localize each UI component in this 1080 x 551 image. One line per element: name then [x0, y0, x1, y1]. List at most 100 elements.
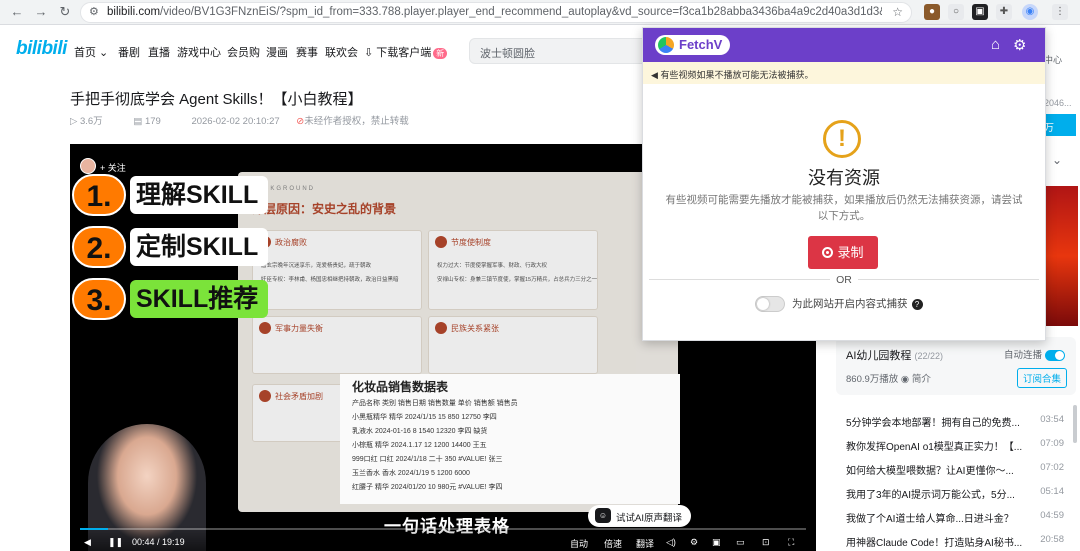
back-icon[interactable]: ←: [8, 3, 26, 21]
expand-chevron-icon[interactable]: ⌄: [1052, 153, 1062, 167]
player-controls: ◀ ❚❚ 00:44 / 19:19 自动 倍速 翻译 ◁) ⚙ ▣ ▭ ⊡ ⛶: [70, 525, 816, 551]
nav-bangumi[interactable]: 番剧: [118, 44, 140, 60]
volume-icon[interactable]: ◁): [666, 537, 676, 548]
url-text: bilibili.com/video/BV1G3FNznEiS/?spm_id_…: [107, 6, 882, 18]
slide-card: 军事力量失衡: [252, 316, 422, 374]
forward-icon[interactable]: →: [32, 3, 50, 21]
card-icon: [435, 322, 447, 334]
sheet-row: 小黑瓶精华 精华 2024/1/15 15 850 12750 李四: [352, 414, 497, 421]
nav-home[interactable]: 首页 ⌄: [74, 44, 108, 60]
webfullscreen-icon[interactable]: ⊡: [762, 537, 770, 548]
time-display: 00:44 / 19:19: [132, 537, 185, 547]
home-icon[interactable]: ⌂: [991, 36, 1000, 53]
skill-label-2: 2. 定制SKILL: [72, 226, 269, 268]
nav-live[interactable]: 直播: [148, 44, 170, 60]
extensions-puzzle-icon[interactable]: ✚: [996, 4, 1012, 20]
sheet-row: 产品名称 类别 销售日期 销售数量 单价 销售额 销售员: [352, 400, 518, 407]
new-badge: 新: [433, 48, 448, 59]
views-count: ▷ 3.6万: [70, 116, 103, 127]
translate-button[interactable]: 翻译: [636, 537, 654, 550]
sheet-row: 玉兰香水 香水 2024/1/19 5 1200 6000: [352, 470, 470, 477]
help-icon[interactable]: ?: [911, 298, 923, 310]
rights-notice: ⊘未经作者授权，禁止转载: [296, 116, 409, 127]
exclamation-icon: !: [823, 120, 861, 158]
no-resource-description: 有些视频可能需要先播放才能被捕获，如果播放后仍然无法捕获资源，请尝试以下方式。: [665, 194, 1023, 222]
collection-title[interactable]: AI幼儿园教程 (22/22): [846, 347, 943, 363]
playlist-item[interactable]: 我做了个AI道士给人算命...日进斗金？ 04:59: [846, 510, 1064, 525]
slide-card: 节度使制度 权力过大：节度使掌握军事、财政、行政大权 安禄山专权：身兼三镇节度使…: [428, 230, 598, 310]
settings-icon[interactable]: ⚙: [690, 537, 698, 548]
spreadsheet-overlay: 化妆品销售数据表 产品名称 类别 销售日期 销售数量 单价 销售额 销售员 小黑…: [340, 374, 680, 504]
search-input[interactable]: 波士顿圆脸: [469, 38, 649, 64]
card-icon: [259, 322, 271, 334]
autoplay-switch: [1045, 349, 1066, 361]
pip-icon[interactable]: ▣: [712, 537, 721, 548]
follow-overlay-button[interactable]: + 关注: [100, 161, 126, 174]
autoplay-toggle[interactable]: 自动连播: [1004, 347, 1066, 361]
fetchv-logo-icon: [658, 37, 674, 53]
skill-label-3: 3. SKILL推荐: [72, 278, 269, 320]
card-icon: [435, 236, 447, 248]
sheet-title: 化妆品销售数据表: [352, 380, 449, 394]
playlist-item[interactable]: 用神器Claude Code！打造贴身AI秘书... 20:58: [846, 534, 1064, 549]
profile-icon[interactable]: ⋮: [1052, 4, 1068, 20]
playlist-scrollbar[interactable]: [1073, 405, 1077, 443]
publish-date: 2026-02-02 20:10:27: [191, 116, 280, 127]
browser-toolbar: ← → ↻ ⚙ bilibili.com/video/BV1G3FNznEiS/…: [0, 0, 1080, 25]
fetchv-logo: FetchV: [655, 35, 731, 55]
robot-icon: ☺: [595, 508, 611, 523]
nav-manga[interactable]: 漫画: [266, 44, 288, 60]
record-icon: [822, 247, 834, 258]
chat-extension-icon[interactable]: ○: [948, 4, 964, 20]
nav-download[interactable]: ⇩ 下载客户端新: [364, 44, 448, 60]
record-button[interactable]: 录制: [808, 236, 878, 269]
peek-header-center[interactable]: 中心: [1044, 53, 1062, 66]
media-extension-icon[interactable]: ▣: [972, 4, 988, 20]
video-meta: ▷ 3.6万 ▤ 179 2026-02-02 20:10:27 ⊘未经作者授权…: [70, 113, 437, 127]
site-info-icon[interactable]: ⚙: [89, 5, 99, 18]
sheet-row: 红腰子 精华 2024/01/20 10 980元 #VALUE! 李四: [352, 484, 503, 491]
cookie-extension-icon[interactable]: ●: [924, 4, 940, 20]
playlist-item[interactable]: 教你发挥OpenAI o1模型真正实力！【... 07:09: [846, 438, 1064, 453]
ad-banner-image[interactable]: [1044, 186, 1078, 326]
playlist-item[interactable]: 如何给大模型喂数据？让AI更懂你～... 07:02: [846, 462, 1064, 477]
gear-icon[interactable]: ⚙: [1013, 36, 1026, 54]
widescreen-icon[interactable]: ▭: [736, 537, 745, 548]
bookmark-star-icon[interactable]: ☆: [892, 5, 903, 19]
playlist-item[interactable]: 5分钟学会本地部署！拥有自己的免费... 03:54: [846, 414, 1064, 429]
content-capture-option[interactable]: 为此网站开启内容式捕获?: [755, 296, 923, 313]
peek-date: 2046...: [1044, 98, 1072, 108]
content-capture-switch[interactable]: [755, 296, 785, 313]
subscribe-collection-button[interactable]: 订阅合集: [1017, 368, 1068, 388]
bilibili-logo[interactable]: bilibili: [16, 38, 67, 60]
address-bar[interactable]: ⚙ bilibili.com/video/BV1G3FNznEiS/?spm_i…: [80, 2, 912, 23]
quality-button[interactable]: 自动: [570, 537, 588, 550]
slide-heading: 深层原因：安史之乱的背景: [252, 202, 397, 216]
speed-button[interactable]: 倍速: [604, 537, 622, 550]
capture-warning: ◀ 有些视频如果不播放可能无法被捕获。: [643, 62, 1045, 84]
sheet-row: 乳液水 2024-01-16 8 1540 12320 李四 缺货: [352, 428, 488, 435]
slide-card: 政治腐败 唐玄宗晚年沉迷享乐，宠爱杨贵妃，疏于朝政 奸臣专权：李林甫、杨国忠相继…: [252, 230, 422, 310]
progress-bar[interactable]: [80, 528, 806, 530]
fetchv-extension-icon[interactable]: ◉: [1022, 4, 1038, 20]
prev-icon[interactable]: ◀: [84, 537, 91, 548]
download-icon: ⇩: [364, 47, 374, 59]
uploader-avatar[interactable]: [80, 158, 96, 174]
danmaku-count: ▤ 179: [133, 116, 161, 127]
skill-label-1: 1. 理解SKILL: [72, 174, 269, 216]
pause-icon[interactable]: ❚❚: [108, 537, 123, 548]
ai-translate-button[interactable]: ☺ 试试AI原声翻译: [588, 505, 691, 527]
nav-esports[interactable]: 赛事: [296, 44, 318, 60]
warning-icon: ◀: [651, 70, 658, 80]
collection-panel: AI幼儿园教程 (22/22) 自动连播 860.9万播放 ◉ 简介 订阅合集: [836, 337, 1076, 395]
playlist-item[interactable]: 我用了3年的AI提示词万能公式，5分... 05:14: [846, 486, 1064, 501]
fetchv-popup: FetchV ⌂ ⚙ ◀ 有些视频如果不播放可能无法被捕获。 ! 没有资源 有些…: [642, 27, 1046, 341]
collection-stats: 860.9万播放 ◉ 简介: [846, 374, 931, 385]
reload-icon[interactable]: ↻: [56, 3, 74, 21]
nav-mall[interactable]: 会员购: [227, 44, 260, 60]
slide-card: 民族关系紧张: [428, 316, 598, 374]
nav-game-center[interactable]: 游戏中心: [177, 44, 221, 60]
progress-fill: [80, 528, 108, 530]
nav-gala[interactable]: 联欢会: [325, 44, 358, 60]
fullscreen-icon[interactable]: ⛶: [788, 537, 794, 548]
